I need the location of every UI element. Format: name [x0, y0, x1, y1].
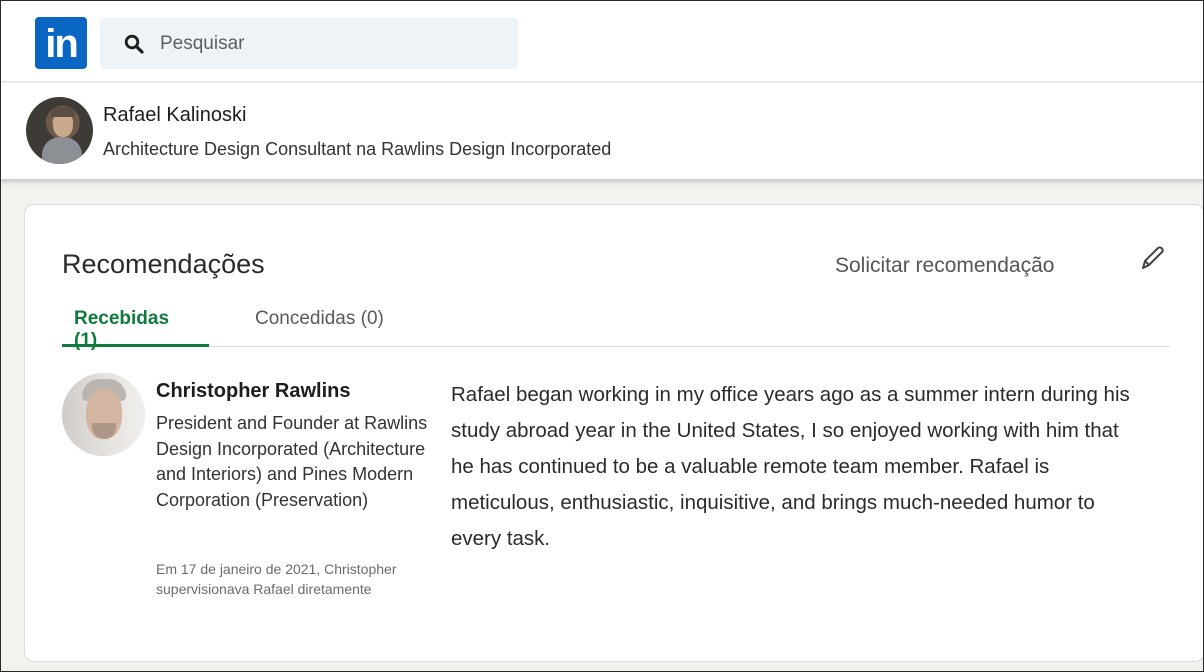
profile-header: Rafael Kalinoski Architecture Design Con…	[0, 83, 1204, 179]
tab-given[interactable]: Concedidas (0)	[243, 301, 403, 347]
profile-avatar[interactable]	[26, 97, 93, 164]
search-icon	[124, 34, 144, 54]
recommender-avatar[interactable]	[62, 373, 145, 456]
recommender-title: President and Founder at Rawlins Design …	[156, 413, 428, 510]
section-title: Recomendações	[62, 249, 265, 279]
profile-name: Rafael Kalinoski	[103, 104, 247, 126]
top-navigation: in Pesquisar	[0, 0, 1204, 82]
request-recommendation-link[interactable]: Solicitar recomendação	[835, 254, 1054, 278]
search-placeholder: Pesquisar	[160, 32, 245, 54]
tab-received[interactable]: Recebidas (1)	[62, 301, 209, 351]
pencil-icon[interactable]	[1135, 243, 1167, 275]
recommender-name[interactable]: Christopher Rawlins	[156, 380, 350, 403]
recommendation-relationship: Em 17 de janeiro de 2021, Christopher su…	[156, 561, 397, 597]
recommendations-card: Recomendações Solicitar recomendação Rec…	[24, 204, 1204, 662]
profile-headline: Architecture Design Consultant na Rawlin…	[103, 139, 612, 159]
recommendation-text: Rafael began working in my office years …	[451, 383, 1130, 550]
search-input[interactable]: Pesquisar	[100, 18, 518, 69]
linkedin-logo[interactable]: in	[35, 17, 87, 69]
recommendation-tabs: Recebidas (1) Concedidas (0)	[62, 301, 1170, 351]
